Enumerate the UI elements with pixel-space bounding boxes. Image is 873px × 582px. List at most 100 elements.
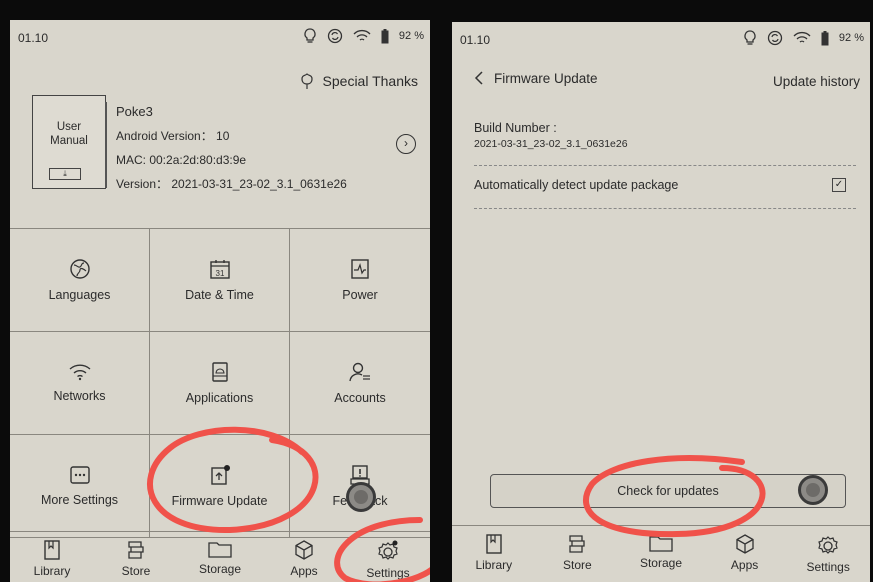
firmware-header: Firmware Update Update history — [452, 64, 870, 94]
check-for-updates-button[interactable]: Check for updates — [490, 474, 846, 508]
chevron-left-icon — [474, 71, 483, 85]
power-icon — [351, 259, 369, 279]
special-thanks-label: Special Thanks — [322, 73, 418, 89]
sync-icon[interactable] — [327, 28, 343, 44]
settings-item-label: More Settings — [40, 493, 119, 507]
wifi-status-icon[interactable] — [793, 31, 811, 45]
tab-storage[interactable]: Storage — [619, 526, 703, 582]
tab-label: Settings — [366, 566, 410, 580]
battery-percent: 92 % — [398, 30, 424, 42]
settings-item-more-settings[interactable]: More Settings — [10, 435, 150, 538]
update-history-link[interactable]: Update history — [773, 74, 860, 89]
device-name: Poke3 — [116, 104, 153, 119]
more-icon — [69, 466, 90, 484]
settings-item-label: Applications — [185, 391, 254, 405]
settings-item-label: Networks — [53, 389, 106, 403]
tab-settings[interactable]: Settings — [786, 526, 870, 582]
bottom-tab-bar: Library Store Storage Apps Settings — [10, 531, 430, 582]
floating-ball-button[interactable] — [798, 475, 828, 505]
library-icon — [44, 540, 60, 560]
storage-icon — [208, 542, 232, 558]
settings-item-label: Accounts — [334, 391, 386, 405]
special-thanks-link[interactable]: Special Thanks — [299, 72, 418, 90]
floating-ball-button[interactable] — [346, 482, 376, 512]
status-time: 01.10 — [460, 33, 491, 47]
divider — [474, 208, 856, 209]
device-info-arrow-icon[interactable]: › — [396, 134, 416, 154]
tab-label: Settings — [806, 560, 850, 574]
tab-apps[interactable]: Apps — [703, 526, 787, 582]
flower-icon — [300, 73, 313, 89]
divider — [474, 165, 856, 166]
battery-percent: 92 % — [838, 32, 864, 44]
build-info: Build Number : 2021-03-31_23-02_3.1_0631… — [474, 120, 628, 152]
tab-label: Apps — [290, 564, 318, 578]
auto-detect-label: Automatically detect update package — [474, 178, 679, 192]
status-time: 01.10 — [18, 31, 49, 45]
settings-item-label: Firmware Update — [171, 494, 268, 508]
settings-screen: 01.10 92 % Special Thanks User Manual ⤓ … — [10, 20, 430, 582]
apps-icon — [295, 540, 313, 560]
firmware-version: Version： 2021-03-31_23-02_3.1_0631e26 — [116, 177, 347, 191]
tab-label: Storage — [198, 562, 242, 576]
settings-item-label: Languages — [48, 288, 111, 302]
user-manual-line2: Manual — [50, 135, 88, 147]
settings-item-applications[interactable]: Applications — [150, 332, 290, 435]
wifi-status-icon[interactable] — [353, 29, 371, 43]
settings-item-label: Date & Time — [185, 288, 254, 302]
tab-store[interactable]: Store — [536, 526, 620, 582]
calendar-icon: 31 — [209, 260, 230, 279]
tab-label: Library — [475, 558, 513, 572]
android-app-icon — [211, 362, 228, 382]
wifi-icon — [69, 364, 90, 381]
bulb-icon[interactable] — [743, 30, 757, 46]
tab-label: Store — [121, 564, 151, 578]
divider — [105, 102, 107, 188]
tab-library[interactable]: Library — [452, 526, 536, 582]
calendar-day: 31 — [215, 269, 224, 278]
firmware-update-screen: 01.10 92 % Firmware Update Update histor… — [452, 22, 870, 582]
user-manual-line1: User — [56, 121, 82, 133]
settings-icon — [378, 540, 398, 560]
back-button[interactable]: Firmware Update — [474, 70, 598, 86]
page-title: Firmware Update — [494, 70, 598, 86]
tab-settings[interactable]: Settings — [346, 532, 430, 582]
tab-store[interactable]: Store — [94, 532, 178, 582]
settings-item-date-time[interactable]: 31 Date & Time — [150, 229, 290, 332]
settings-item-firmware-update[interactable]: Firmware Update — [150, 435, 290, 538]
device-info: Poke3 Android Version： 10 MAC: 00:2a:2d:… — [116, 100, 347, 196]
battery-icon — [821, 30, 829, 45]
tab-apps[interactable]: Apps — [262, 532, 346, 582]
android-version: Android Version： 10 — [116, 129, 230, 143]
auto-detect-checkbox[interactable]: ✓ — [832, 178, 846, 192]
store-icon — [569, 535, 586, 553]
tab-label: Storage — [639, 556, 682, 570]
bottom-tab-bar: Library Store Storage Apps Settings — [452, 525, 870, 582]
settings-item-networks[interactable]: Networks — [10, 332, 150, 435]
settings-item-label: Power — [342, 288, 378, 302]
library-icon — [486, 534, 502, 554]
sync-icon[interactable] — [767, 30, 783, 46]
user-manual-button[interactable]: User Manual ⤓ — [32, 95, 106, 189]
settings-icon — [818, 536, 838, 554]
store-icon — [128, 541, 144, 559]
check-for-updates-label: Check for updates — [617, 484, 719, 498]
settings-item-power[interactable]: Power — [290, 229, 430, 332]
tab-label: Library — [33, 564, 71, 578]
bulb-icon[interactable] — [303, 28, 317, 44]
firmware-icon — [210, 465, 230, 485]
tab-storage[interactable]: Storage — [178, 532, 262, 582]
account-icon — [349, 362, 370, 382]
settings-item-accounts[interactable]: Accounts — [290, 332, 430, 435]
tab-library[interactable]: Library — [10, 532, 94, 582]
status-bar: 01.10 92 % — [10, 20, 430, 56]
apps-icon — [735, 534, 754, 554]
download-icon: ⤓ — [49, 168, 81, 180]
storage-icon — [649, 536, 673, 552]
build-label: Build Number : — [474, 121, 557, 135]
settings-item-languages[interactable]: Languages — [10, 229, 150, 332]
mac-address: MAC: 00:2a:2d:80:d3:9e — [116, 153, 247, 167]
tab-label: Apps — [730, 558, 759, 572]
battery-icon — [381, 28, 389, 43]
status-bar: 01.10 92 % — [452, 22, 870, 58]
